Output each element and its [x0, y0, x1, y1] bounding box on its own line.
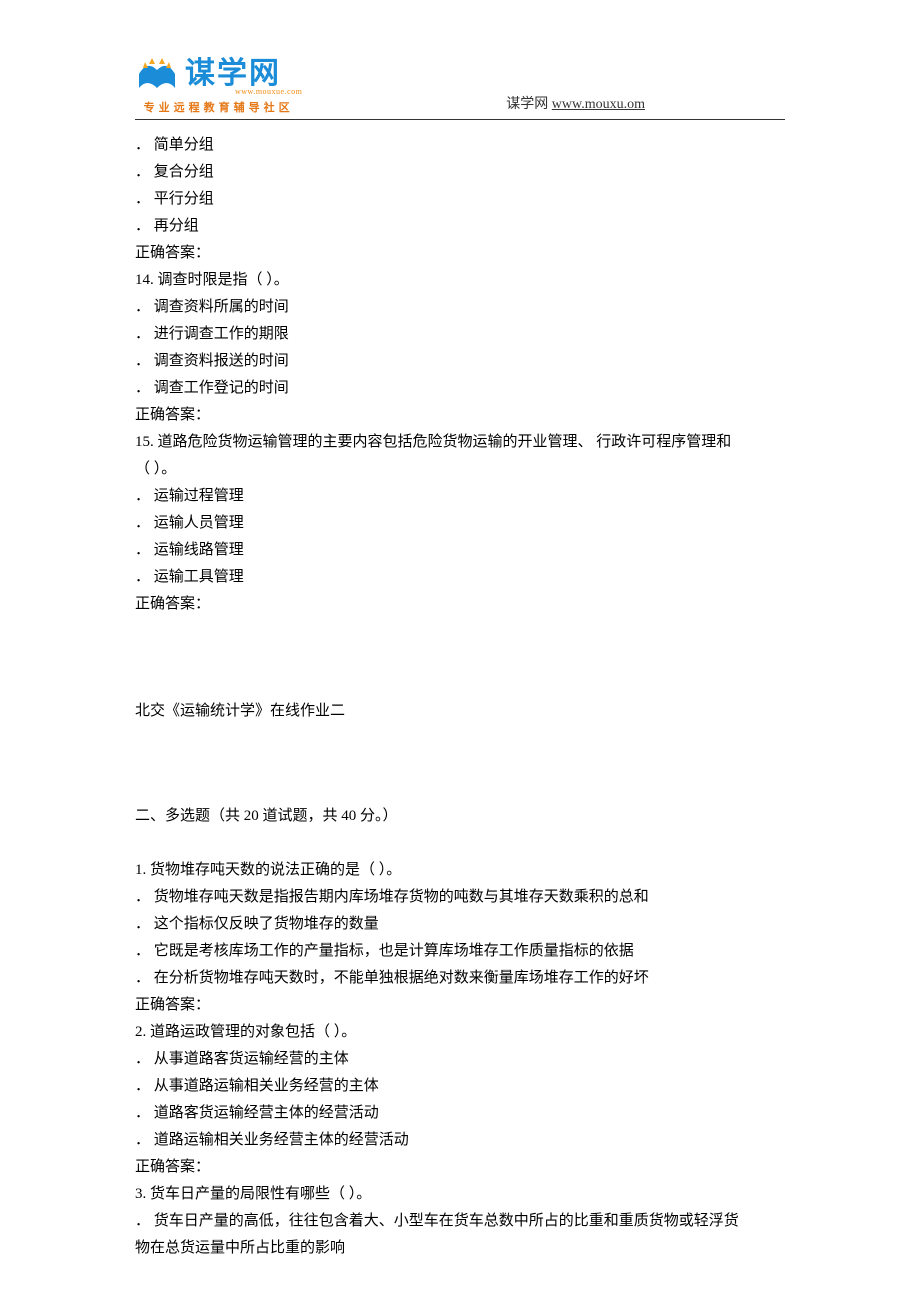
q15-option-a: ． 运输过程管理	[135, 483, 785, 510]
document-content: ． 简单分组 ． 复合分组 ． 平行分组 ． 再分组 正确答案： 14. 调查时…	[135, 132, 785, 1262]
q13-answer-label: 正确答案：	[135, 240, 785, 267]
mq2-option-d: ． 道路运输相关业务经营主体的经营活动	[135, 1127, 785, 1154]
q14-option-a: ． 调查资料所属的时间	[135, 294, 785, 321]
q13-option-d: ． 再分组	[135, 213, 785, 240]
mq3-option-a-line1: ． 货车日产量的高低，往往包含着大、小型车在货车总数中所占的比重和重质货物或轻浮…	[135, 1208, 785, 1235]
mq2-option-a: ． 从事道路客货运输经营的主体	[135, 1046, 785, 1073]
mq1-stem: 1. 货物堆存吨天数的说法正确的是（ ）。	[135, 857, 785, 884]
logo-block: 谋学网 www.mouxue.com 专业远程教育辅导社区	[135, 58, 302, 115]
mq3-stem: 3. 货车日产量的局限性有哪些（ ）。	[135, 1181, 785, 1208]
q15-option-d: ． 运输工具管理	[135, 564, 785, 591]
header-site-url[interactable]: www.mouxu.om	[552, 97, 645, 112]
q14-option-b: ． 进行调查工作的期限	[135, 321, 785, 348]
logo-brand-url: www.mouxue.com	[235, 87, 302, 96]
q15-answer-label: 正确答案：	[135, 591, 785, 618]
header-site-label: 谋学网	[506, 97, 548, 112]
q15-option-c: ． 运输线路管理	[135, 537, 785, 564]
q14-stem: 14. 调查时限是指（ ）。	[135, 267, 785, 294]
mq2-stem: 2. 道路运政管理的对象包括（ ）。	[135, 1019, 785, 1046]
q15-option-b: ． 运输人员管理	[135, 510, 785, 537]
page-header: 谋学网 www.mouxue.com 专业远程教育辅导社区 谋学网 www.mo…	[135, 58, 785, 120]
mq1-option-b: ． 这个指标仅反映了货物堆存的数量	[135, 911, 785, 938]
assignment-title: 北交《运输统计学》在线作业二	[135, 698, 785, 725]
q13-option-b: ． 复合分组	[135, 159, 785, 186]
q15-stem-line2: （ ）。	[135, 456, 785, 483]
logo-icon	[135, 58, 179, 96]
q14-answer-label: 正确答案：	[135, 402, 785, 429]
mq3-option-a-line2: 物在总货运量中所占比重的影响	[135, 1235, 785, 1262]
q14-option-c: ． 调查资料报送的时间	[135, 348, 785, 375]
logo-tagline: 专业远程教育辅导社区	[144, 99, 294, 115]
mq1-option-a: ． 货物堆存吨天数是指报告期内库场堆存货物的吨数与其堆存天数乘积的总和	[135, 884, 785, 911]
q13-option-a: ． 简单分组	[135, 132, 785, 159]
mq2-answer-label: 正确答案：	[135, 1154, 785, 1181]
q15-stem-line1: 15. 道路危险货物运输管理的主要内容包括危险货物运输的开业管理、 行政许可程序…	[135, 429, 785, 456]
q13-option-c: ． 平行分组	[135, 186, 785, 213]
q14-option-d: ． 调查工作登记的时间	[135, 375, 785, 402]
mq1-option-c: ． 它既是考核库场工作的产量指标，也是计算库场堆存工作质量指标的依据	[135, 938, 785, 965]
logo-brand-text: 谋学网	[185, 59, 302, 89]
section2-heading: 二、多选题（共 20 道试题，共 40 分。）	[135, 803, 785, 830]
mq1-answer-label: 正确答案：	[135, 992, 785, 1019]
mq2-option-c: ． 道路客货运输经营主体的经营活动	[135, 1100, 785, 1127]
mq2-option-b: ． 从事道路运输相关业务经营的主体	[135, 1073, 785, 1100]
header-site-ref: 谋学网 www.mouxu.om	[506, 93, 645, 115]
mq1-option-d: ． 在分析货物堆存吨天数时，不能单独根据绝对数来衡量库场堆存工作的好坏	[135, 965, 785, 992]
